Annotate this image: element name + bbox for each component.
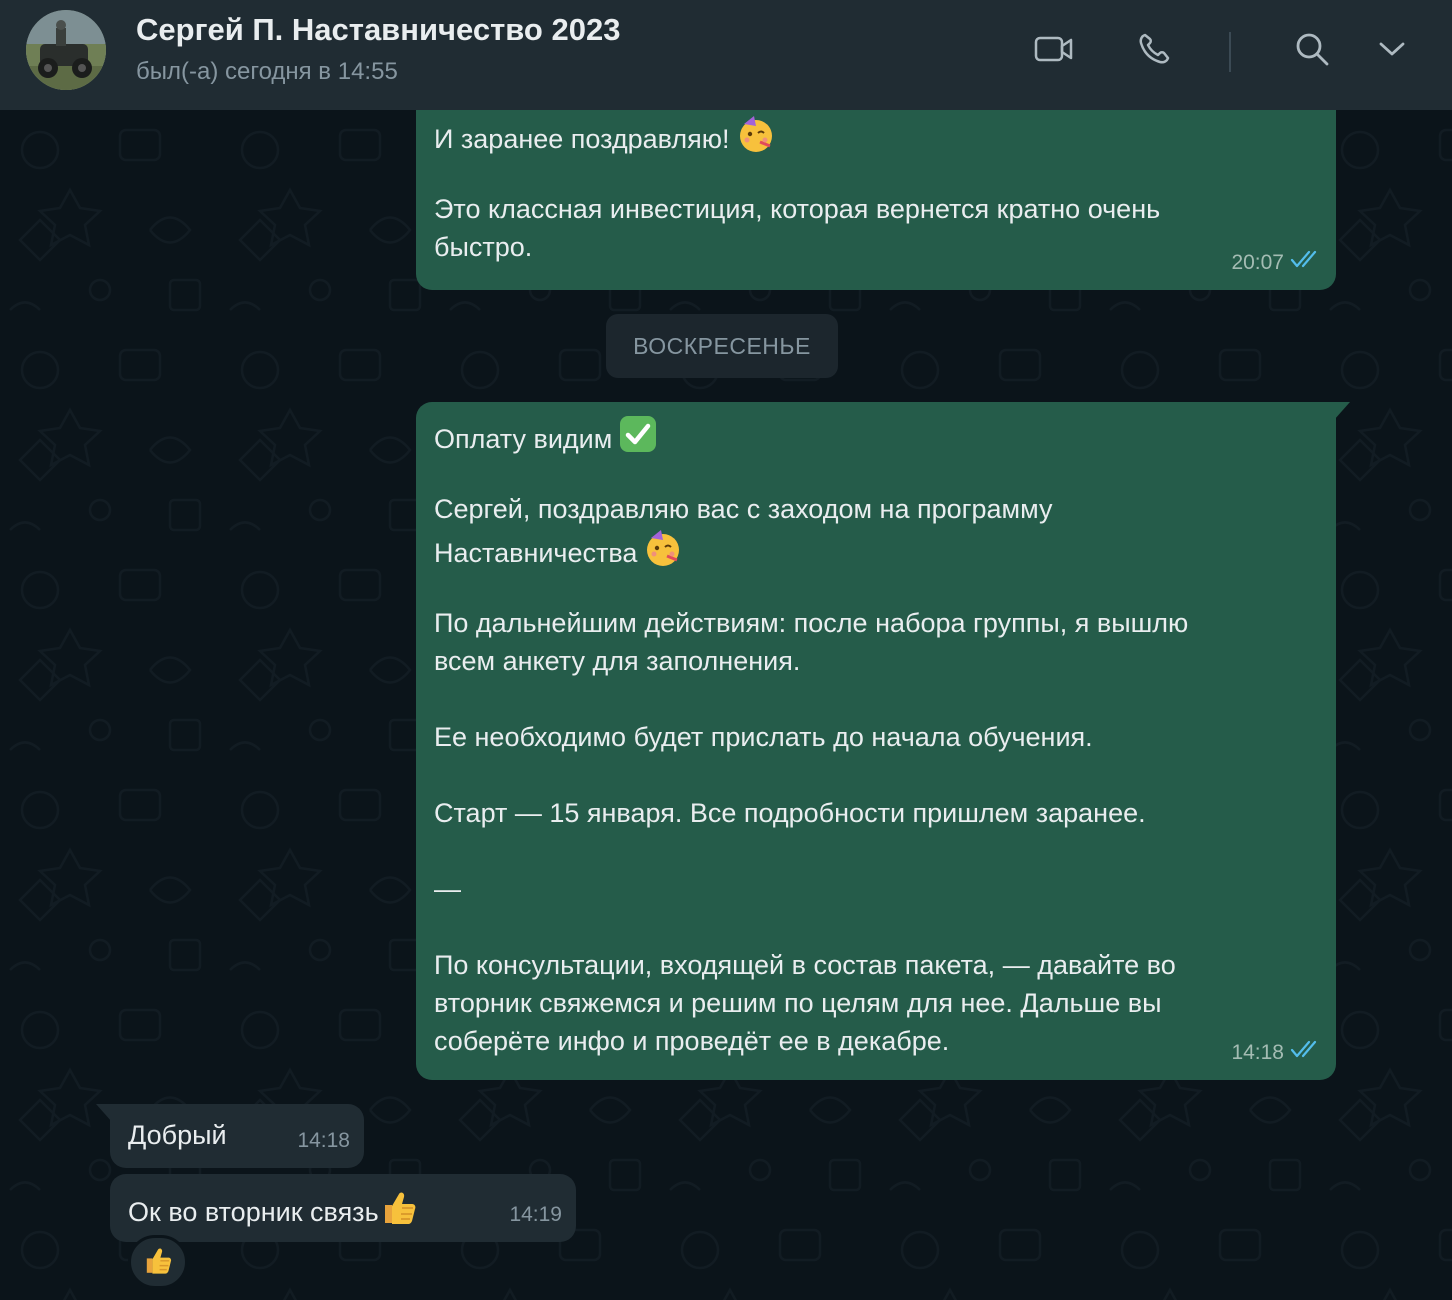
message-text-line: вторник свяжемся и решим по целям для не… [434, 988, 1162, 1018]
last-seen-status: был(-а) сегодня в 14:55 [136, 58, 398, 85]
message-text-line: всем анкету для заполнения. [434, 646, 801, 676]
bubble-tail [96, 1104, 112, 1122]
read-ticks-icon [1290, 244, 1322, 282]
message-text-line: — [434, 874, 461, 904]
thumbs-up-emoji [379, 1187, 419, 1227]
message-text-line: Ок во вторник связь [128, 1197, 379, 1227]
voice-call-button[interactable] [1131, 28, 1177, 74]
message-text-line: Оплату видим [434, 424, 613, 454]
video-call-icon [1034, 35, 1074, 68]
message-list[interactable]: И заранее поздравляю! Это классная инвес… [0, 110, 1452, 1300]
partying-face-emoji [736, 114, 776, 154]
message-time: 20:07 [1231, 251, 1284, 274]
message-text-line: Это классная инвестиция, которая вернетс… [434, 194, 1161, 224]
partying-face-emoji [643, 528, 683, 568]
message-time: 14:19 [509, 1203, 562, 1226]
thumbs-up-icon [142, 1244, 174, 1281]
video-call-button[interactable] [1031, 28, 1077, 74]
message-reaction[interactable] [128, 1235, 188, 1289]
avatar[interactable] [26, 10, 106, 90]
message-text-line: Ее необходимо будет прислать до начала о… [434, 722, 1093, 752]
message-text-line: По консультации, входящей в состав пакет… [434, 950, 1176, 980]
message-text-line: Наставничества [434, 538, 638, 568]
message-text-line: соберёте инфо и проведёт ее в декабре. [434, 1026, 950, 1056]
check-mark-button-emoji [618, 414, 658, 454]
message-text-line: Сергей, поздравляю вас с заходом на прог… [434, 494, 1053, 524]
outgoing-message[interactable]: И заранее поздравляю! Это классная инвес… [416, 110, 1336, 290]
read-ticks-icon [1290, 1034, 1322, 1072]
chat-menu-button[interactable] [1369, 28, 1415, 74]
incoming-message[interactable]: Ок во вторник связь 14:19 [110, 1174, 576, 1242]
chat-title[interactable]: Сергей П. Наставничество 2023 [136, 12, 620, 48]
message-text-line: И заранее поздравляю! [434, 124, 730, 154]
message-text-line: быстро. [434, 232, 533, 262]
outgoing-message[interactable]: Оплату видим Сергей, поздравляю вас с за… [416, 402, 1350, 1080]
incoming-message[interactable]: Добрый 14:18 [96, 1104, 364, 1168]
chat-header: Сергей П. Наставничество 2023 был(-а) се… [0, 0, 1452, 110]
search-icon [1294, 31, 1330, 72]
search-button[interactable] [1289, 28, 1335, 74]
chevron-down-icon [1379, 41, 1405, 62]
bubble-tail [1334, 402, 1350, 420]
message-text-line: По дальнейшим действиям: после набора гр… [434, 608, 1189, 638]
message-text-line: Старт — 15 января. Все подробности пришл… [434, 798, 1146, 828]
header-divider [1229, 32, 1231, 72]
date-divider: ВОСКРЕСЕНЬЕ [606, 314, 838, 378]
message-time: 14:18 [1231, 1041, 1284, 1064]
message-time: 14:18 [297, 1129, 350, 1152]
voice-call-icon [1137, 32, 1171, 71]
